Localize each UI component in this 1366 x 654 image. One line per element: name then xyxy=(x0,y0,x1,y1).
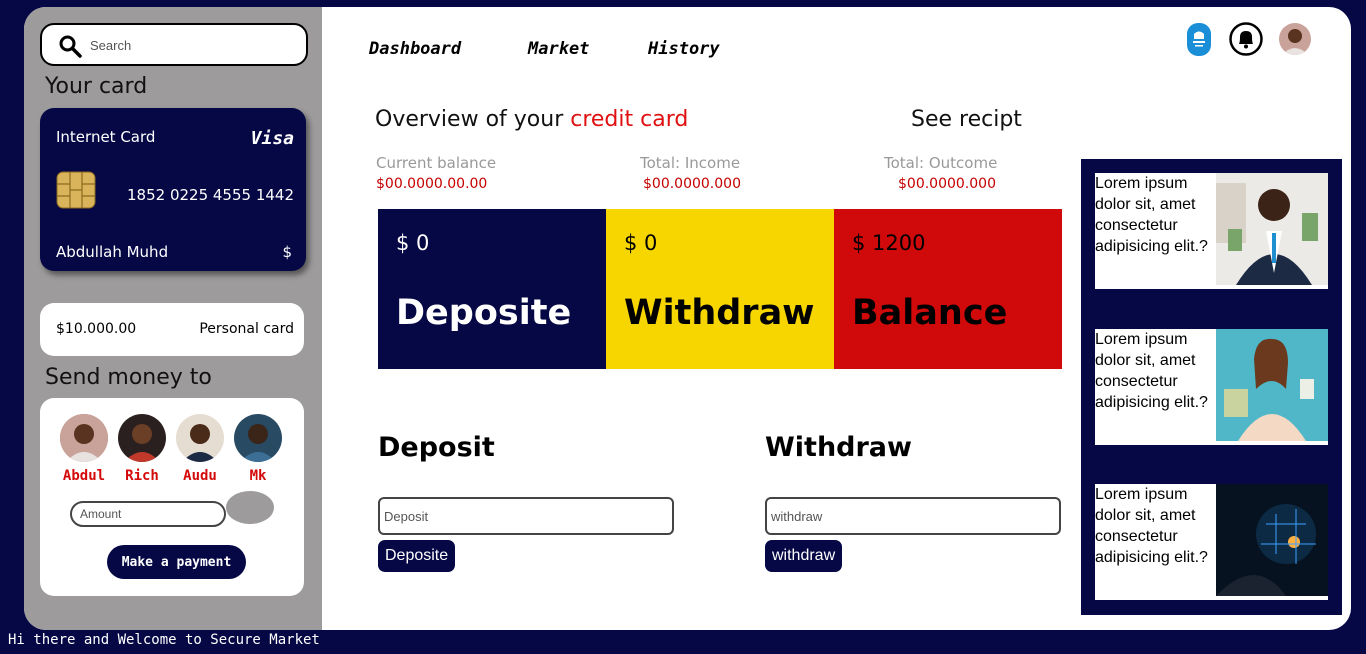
send-money-title: Send money to xyxy=(45,365,212,390)
tile-label: Deposite xyxy=(396,293,572,333)
overview-title: Overview of your credit card xyxy=(375,107,688,132)
ad-card[interactable]: Lorem ipsum dolor sit, amet consectetur … xyxy=(1095,484,1328,600)
ad-image xyxy=(1216,173,1328,285)
tile-label: Withdraw xyxy=(624,293,815,333)
overview-title-accent: credit card xyxy=(570,107,689,132)
contact-name[interactable]: Audu xyxy=(171,468,229,484)
profile-avatar[interactable] xyxy=(1279,23,1311,55)
deposit-button[interactable]: Deposite xyxy=(378,540,456,572)
app-frame: Your card Internet Card Visa 1852 0225 4… xyxy=(24,7,1351,630)
contact-avatar-mk[interactable] xyxy=(234,414,282,462)
withdraw-button[interactable]: withdraw xyxy=(765,540,843,572)
search-box[interactable] xyxy=(40,23,308,66)
status-bar: Hi there and Welcome to Secure Market xyxy=(8,632,320,648)
personal-card-amount: $10.000.00 xyxy=(56,321,137,337)
stat-value: $00.0000.00.00 xyxy=(376,176,488,192)
your-card-title: Your card xyxy=(45,74,148,99)
tile-amount: $ 1200 xyxy=(852,231,926,255)
search-input[interactable] xyxy=(90,34,290,56)
card-currency: $ xyxy=(282,243,292,261)
send-money-panel: Abdul Rich Audu Mk Make a payment xyxy=(40,398,304,596)
nav-dashboard[interactable]: Dashboard xyxy=(369,39,461,59)
tile-amount: $ 0 xyxy=(396,231,430,255)
ad-card[interactable]: Lorem ipsum dolor sit, amet consectetur … xyxy=(1095,329,1328,445)
withdraw-tile[interactable]: $ 0 Withdraw xyxy=(606,209,834,369)
stat-label: Current balance xyxy=(376,154,497,172)
personal-card-label: Personal card xyxy=(199,321,294,337)
stat-value: $00.0000.000 xyxy=(898,176,996,192)
nav-history[interactable]: History xyxy=(648,39,720,59)
deposit-tile[interactable]: $ 0 Deposite xyxy=(378,209,606,369)
amount-input[interactable] xyxy=(70,501,226,527)
card-brand: Visa xyxy=(250,128,294,149)
make-payment-button[interactable]: Make a payment xyxy=(107,545,246,579)
contact-name[interactable]: Abdul xyxy=(55,468,113,484)
search-icon xyxy=(59,35,82,58)
deposit-input[interactable] xyxy=(378,497,674,535)
ad-image xyxy=(1216,329,1328,441)
credit-card[interactable]: Internet Card Visa 1852 0225 4555 1442 A… xyxy=(40,108,306,271)
sidebar: Your card Internet Card Visa 1852 0225 4… xyxy=(24,7,322,630)
ads-panel: Lorem ipsum dolor sit, amet consectetur … xyxy=(1081,159,1342,615)
nav-market[interactable]: Market xyxy=(528,39,589,59)
ad-image xyxy=(1216,484,1328,596)
card-holder: Abdullah Muhd xyxy=(56,243,169,261)
see-recipt-link[interactable]: See recipt xyxy=(911,107,1022,132)
ad-text: Lorem ipsum dolor sit, amet consectetur … xyxy=(1095,175,1208,255)
ad-card[interactable]: Lorem ipsum dolor sit, amet consectetur … xyxy=(1095,173,1328,289)
bell-icon[interactable] xyxy=(1229,22,1263,56)
ad-text: Lorem ipsum dolor sit, amet consectetur … xyxy=(1095,486,1208,566)
card-number: 1852 0225 4555 1442 xyxy=(127,186,294,204)
stat-value: $00.0000.000 xyxy=(643,176,741,192)
brand-logo-icon[interactable] xyxy=(1187,23,1211,56)
balance-tile[interactable]: $ 1200 Balance xyxy=(834,209,1062,369)
chip-icon xyxy=(56,171,96,209)
stat-label: Total: Outcome xyxy=(884,154,998,172)
card-type: Internet Card xyxy=(56,128,156,146)
tile-amount: $ 0 xyxy=(624,231,658,255)
withdraw-heading: Withdraw xyxy=(765,432,912,463)
contact-avatar-rich[interactable] xyxy=(118,414,166,462)
contact-name[interactable]: Mk xyxy=(229,468,287,484)
overview-title-prefix: Overview of your xyxy=(375,107,571,132)
contact-avatar-abdul[interactable] xyxy=(60,414,108,462)
deposit-heading: Deposit xyxy=(378,432,495,463)
contact-name[interactable]: Rich xyxy=(113,468,171,484)
tile-label: Balance xyxy=(852,293,1008,333)
ad-text: Lorem ipsum dolor sit, amet consectetur … xyxy=(1095,331,1208,411)
contact-avatar-audu[interactable] xyxy=(176,414,224,462)
decorative-blob xyxy=(226,491,274,524)
personal-card[interactable]: $10.000.00 Personal card xyxy=(40,303,304,356)
stat-label: Total: Income xyxy=(640,154,741,172)
withdraw-input[interactable] xyxy=(765,497,1061,535)
